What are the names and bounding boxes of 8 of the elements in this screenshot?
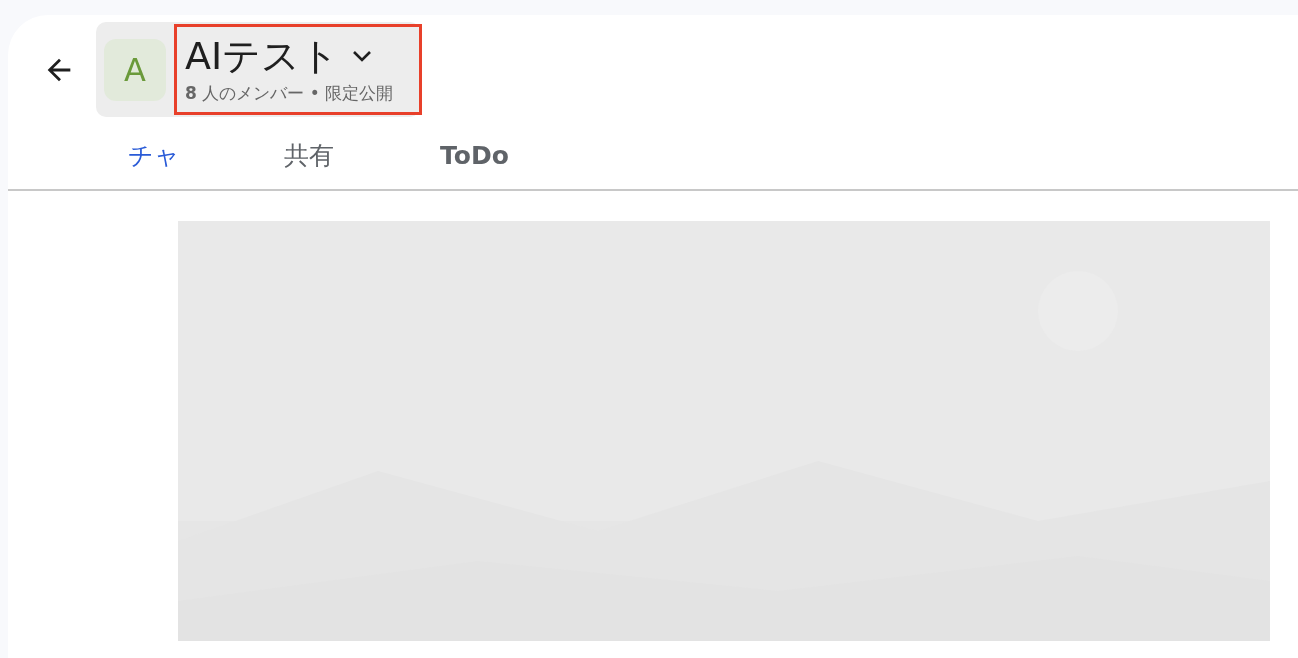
tab[interactable]: チャ xyxy=(128,137,284,175)
chevron-down-icon[interactable] xyxy=(351,49,374,63)
tab[interactable]: ToDo xyxy=(440,137,596,175)
group-header-chip[interactable]: A AIテスト 8 人のメンバー • 限定公開 xyxy=(96,22,421,117)
group-avatar: A xyxy=(104,38,166,101)
tab[interactable]: 共有 xyxy=(284,137,440,175)
group-title: AIテスト xyxy=(185,34,340,78)
group-subtitle: 8 人のメンバー • 限定公開 xyxy=(185,82,394,105)
